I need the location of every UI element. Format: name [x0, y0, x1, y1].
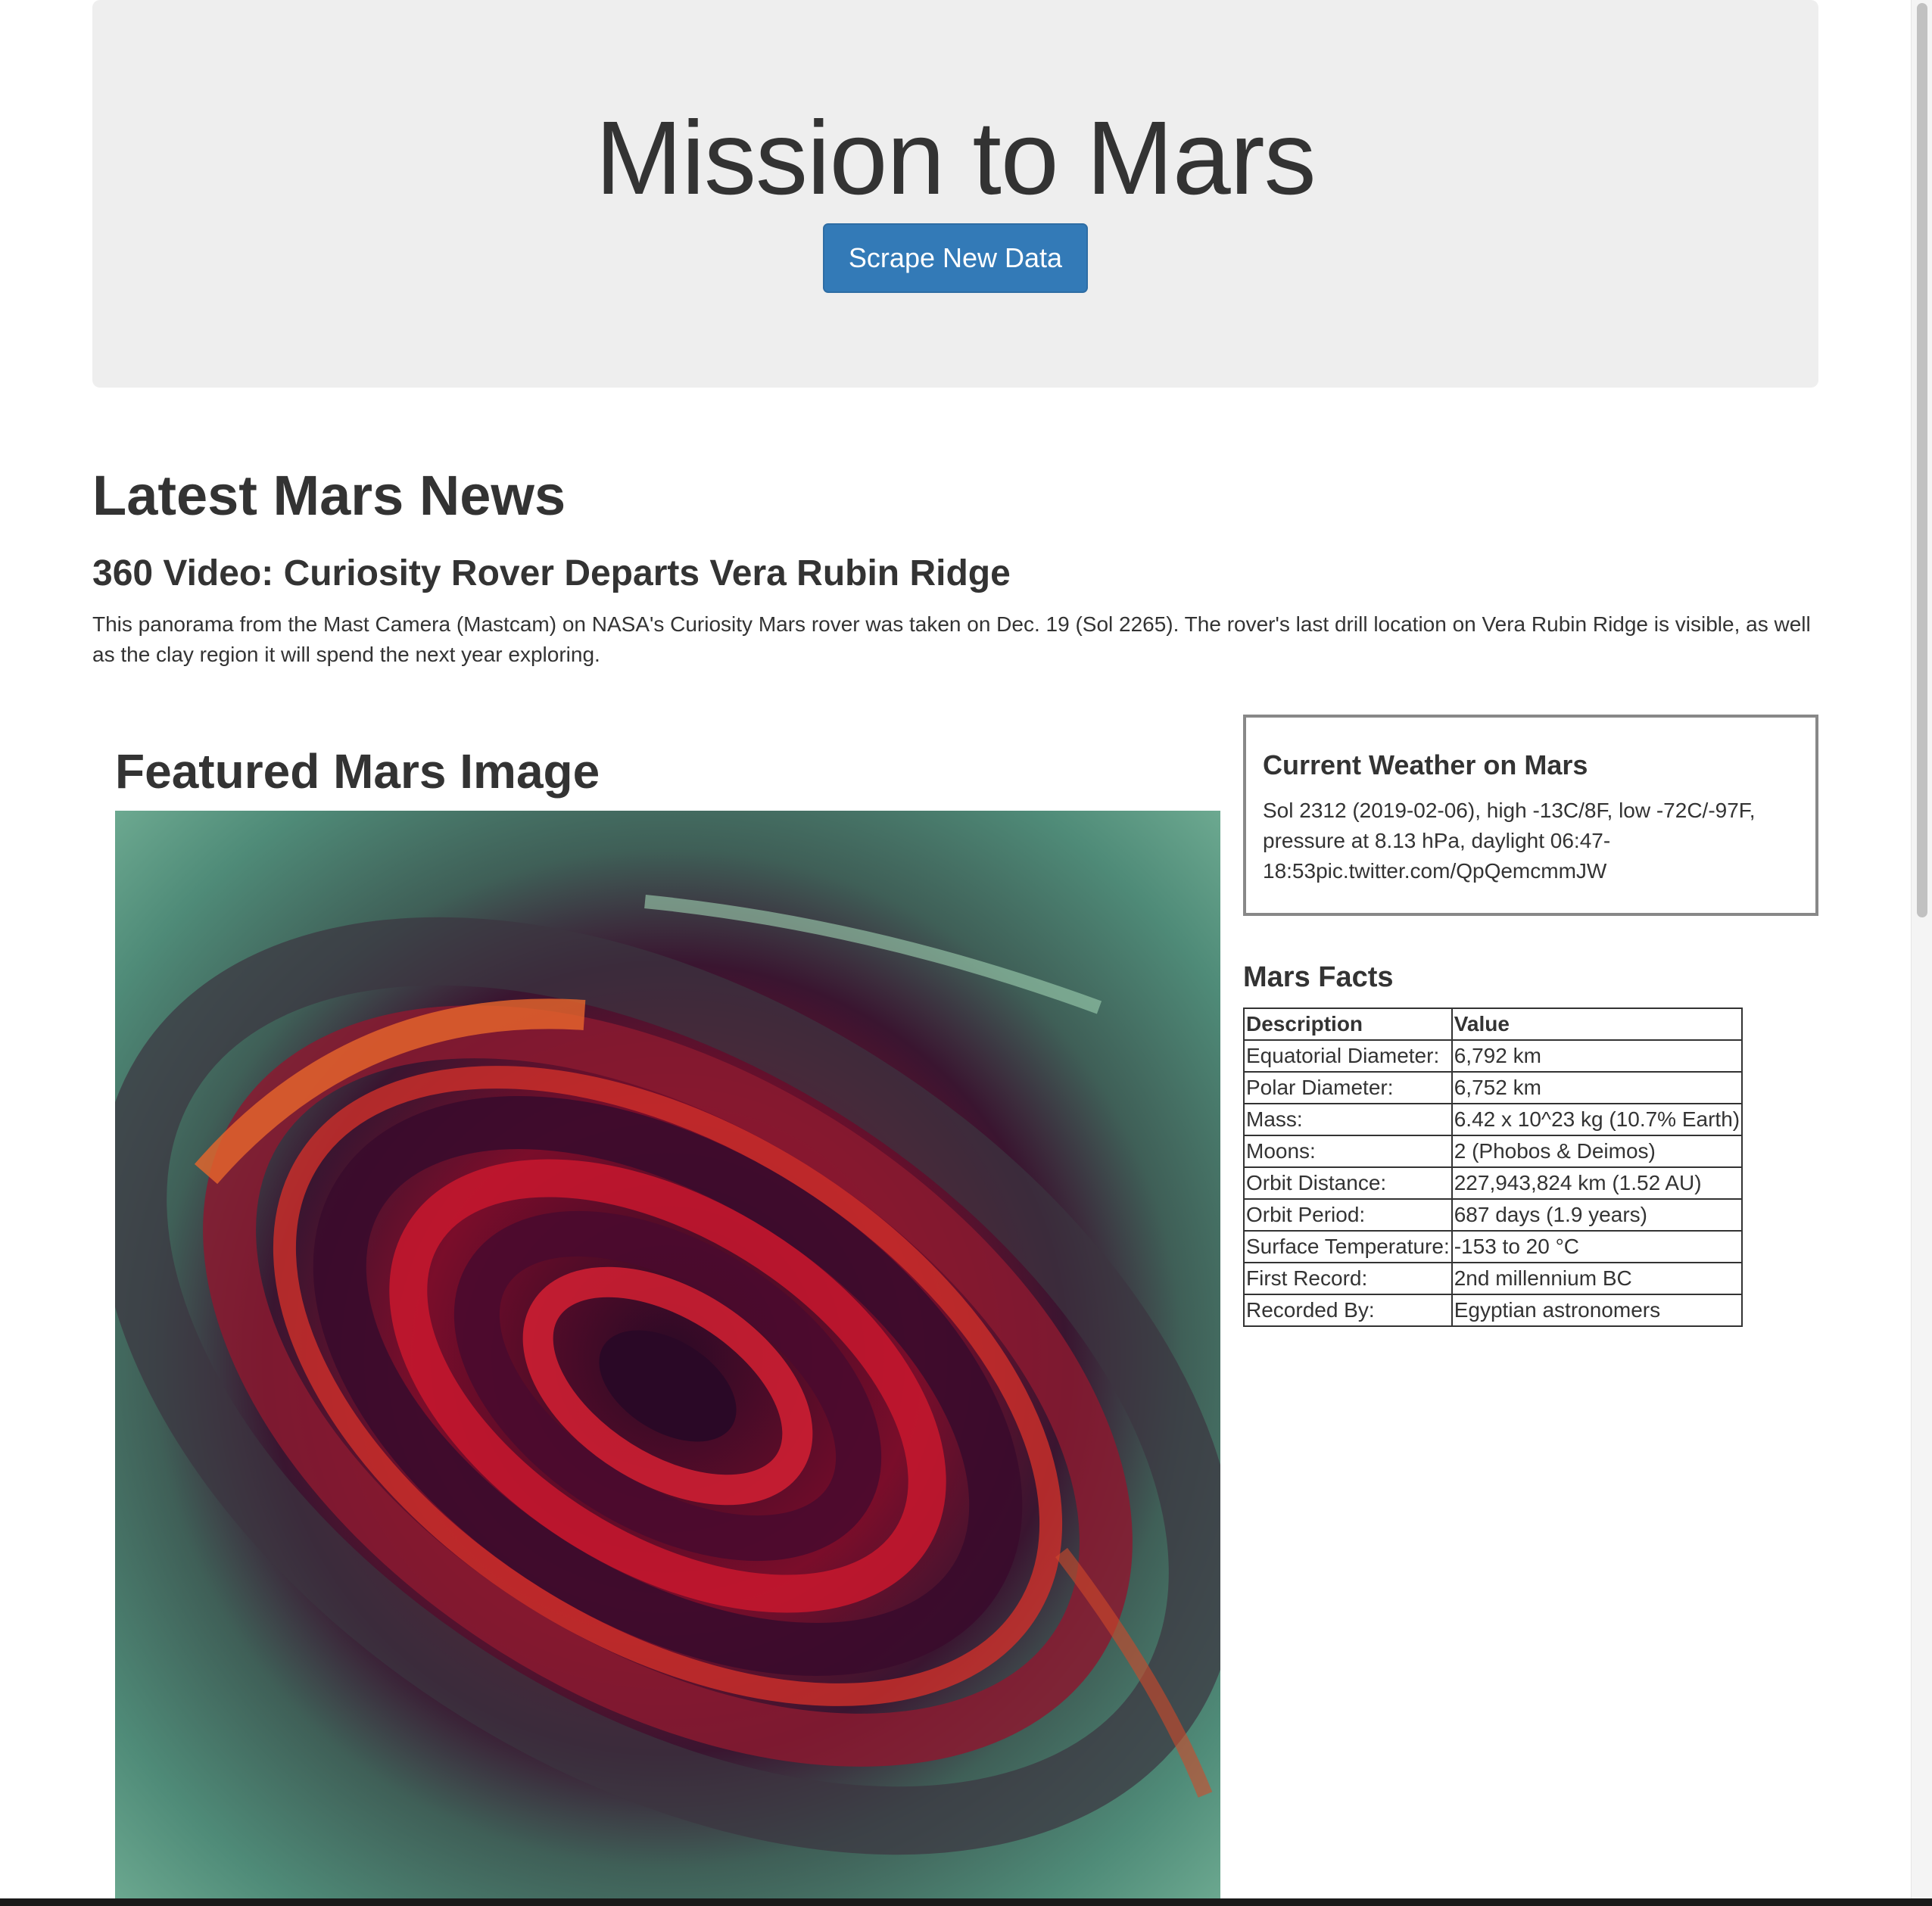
vertical-scrollbar[interactable] — [1911, 0, 1932, 1906]
fact-value: 6.42 x 10^23 kg (10.7% Earth) — [1451, 1103, 1743, 1136]
table-row: Orbit Distance: 227,943,824 km (1.52 AU) — [1243, 1166, 1743, 1200]
fact-description: Orbit Period: — [1243, 1198, 1453, 1232]
table-row: Polar Diameter: 6,752 km — [1243, 1071, 1743, 1104]
fact-description: First Record: — [1243, 1262, 1453, 1295]
fact-description: Orbit Distance: — [1243, 1166, 1453, 1200]
column-header-value: Value — [1451, 1008, 1743, 1041]
featured-mars-image — [115, 811, 1220, 1906]
table-row: Equatorial Diameter: 6,792 km — [1243, 1039, 1743, 1073]
table-row: Moons: 2 (Phobos & Deimos) — [1243, 1135, 1743, 1168]
table-row: First Record: 2nd millennium BC — [1243, 1262, 1743, 1295]
scrollbar-thumb[interactable] — [1917, 3, 1927, 917]
fact-value: Egyptian astronomers — [1451, 1294, 1743, 1327]
fact-description: Mass: — [1243, 1103, 1453, 1136]
fact-value: 6,792 km — [1451, 1039, 1743, 1073]
page-title: Mission to Mars — [595, 100, 1316, 216]
table-row: Orbit Period: 687 days (1.9 years) — [1243, 1198, 1743, 1232]
featured-image-heading: Featured Mars Image — [115, 744, 600, 799]
fact-description: Equatorial Diameter: — [1243, 1039, 1453, 1073]
scrape-new-data-button[interactable]: Scrape New Data — [823, 223, 1088, 293]
table-row: Mass: 6.42 x 10^23 kg (10.7% Earth) — [1243, 1103, 1743, 1136]
mars-facts-table: Description Value Equatorial Diameter: 6… — [1243, 1008, 1743, 1327]
weather-heading: Current Weather on Mars — [1263, 749, 1588, 780]
news-paragraph: This panorama from the Mast Camera (Mast… — [92, 612, 1811, 666]
fact-value: 227,943,824 km (1.52 AU) — [1451, 1166, 1743, 1200]
fact-value: 6,752 km — [1451, 1071, 1743, 1104]
fact-description: Surface Temperature: — [1243, 1230, 1453, 1263]
fact-description: Polar Diameter: — [1243, 1071, 1453, 1104]
table-row: Recorded By: Egyptian astronomers — [1243, 1294, 1743, 1327]
storm-image-art — [115, 811, 1220, 1906]
fact-value: 2 (Phobos & Deimos) — [1451, 1135, 1743, 1168]
fact-value: 2nd millennium BC — [1451, 1262, 1743, 1295]
page: Mission to Mars Scrape New Data Latest M… — [0, 0, 1932, 1906]
column-header-description: Description — [1243, 1008, 1453, 1041]
table-header-row: Description Value — [1243, 1008, 1743, 1041]
jumbotron: Mission to Mars Scrape New Data — [92, 0, 1818, 388]
weather-text: Sol 2312 (2019-02-06), high -13C/8F, low… — [1263, 799, 1756, 883]
table-row: Surface Temperature: -153 to 20 °C — [1243, 1230, 1743, 1263]
fact-value: -153 to 20 °C — [1451, 1230, 1743, 1263]
fact-description: Recorded By: — [1243, 1294, 1453, 1327]
latest-news-heading: Latest Mars News — [92, 464, 566, 527]
fact-value: 687 days (1.9 years) — [1451, 1198, 1743, 1232]
window-bottom-edge — [0, 1898, 1932, 1906]
mars-facts-heading: Mars Facts — [1243, 961, 1394, 993]
news-title: 360 Video: Curiosity Rover Departs Vera … — [92, 553, 1011, 593]
weather-panel: Current Weather on Mars Sol 2312 (2019-0… — [1243, 715, 1818, 916]
fact-description: Moons: — [1243, 1135, 1453, 1168]
